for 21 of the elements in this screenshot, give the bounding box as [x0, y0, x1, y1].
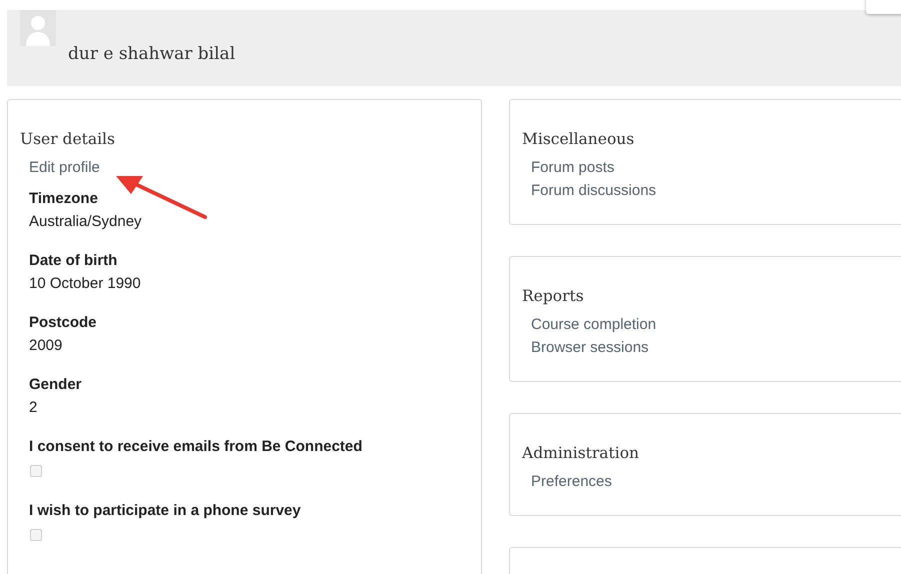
- field-label: I wish to participate in a phone survey: [29, 501, 301, 521]
- card-title: Reports: [522, 287, 584, 305]
- field-label: I consent to receive emails from Be Connected: [29, 437, 362, 457]
- section-link[interactable]: Forum posts: [531, 156, 614, 179]
- field-label: Postcode: [29, 313, 97, 333]
- user-name: dur e shahwar bilal: [68, 44, 236, 64]
- section-link[interactable]: Forum discussions: [531, 179, 656, 202]
- section-link[interactable]: Preferences: [531, 470, 612, 493]
- section-link[interactable]: Browser sessions: [531, 336, 649, 359]
- section-link[interactable]: Course completion: [531, 313, 656, 336]
- field-value: 2009: [29, 336, 62, 356]
- edit-profile-link[interactable]: Edit profile: [29, 156, 100, 179]
- card-title: Miscellaneous: [522, 130, 634, 148]
- field-label: Gender: [29, 375, 82, 395]
- field-value: 10 October 1990: [29, 274, 141, 294]
- field-value: Australia/Sydney: [29, 212, 142, 232]
- field-label: Date of birth: [29, 251, 118, 271]
- card-title: Administration: [522, 444, 640, 462]
- field-label: Timezone: [29, 189, 98, 209]
- card-title: User details: [20, 130, 115, 148]
- field-value: 2: [29, 398, 38, 418]
